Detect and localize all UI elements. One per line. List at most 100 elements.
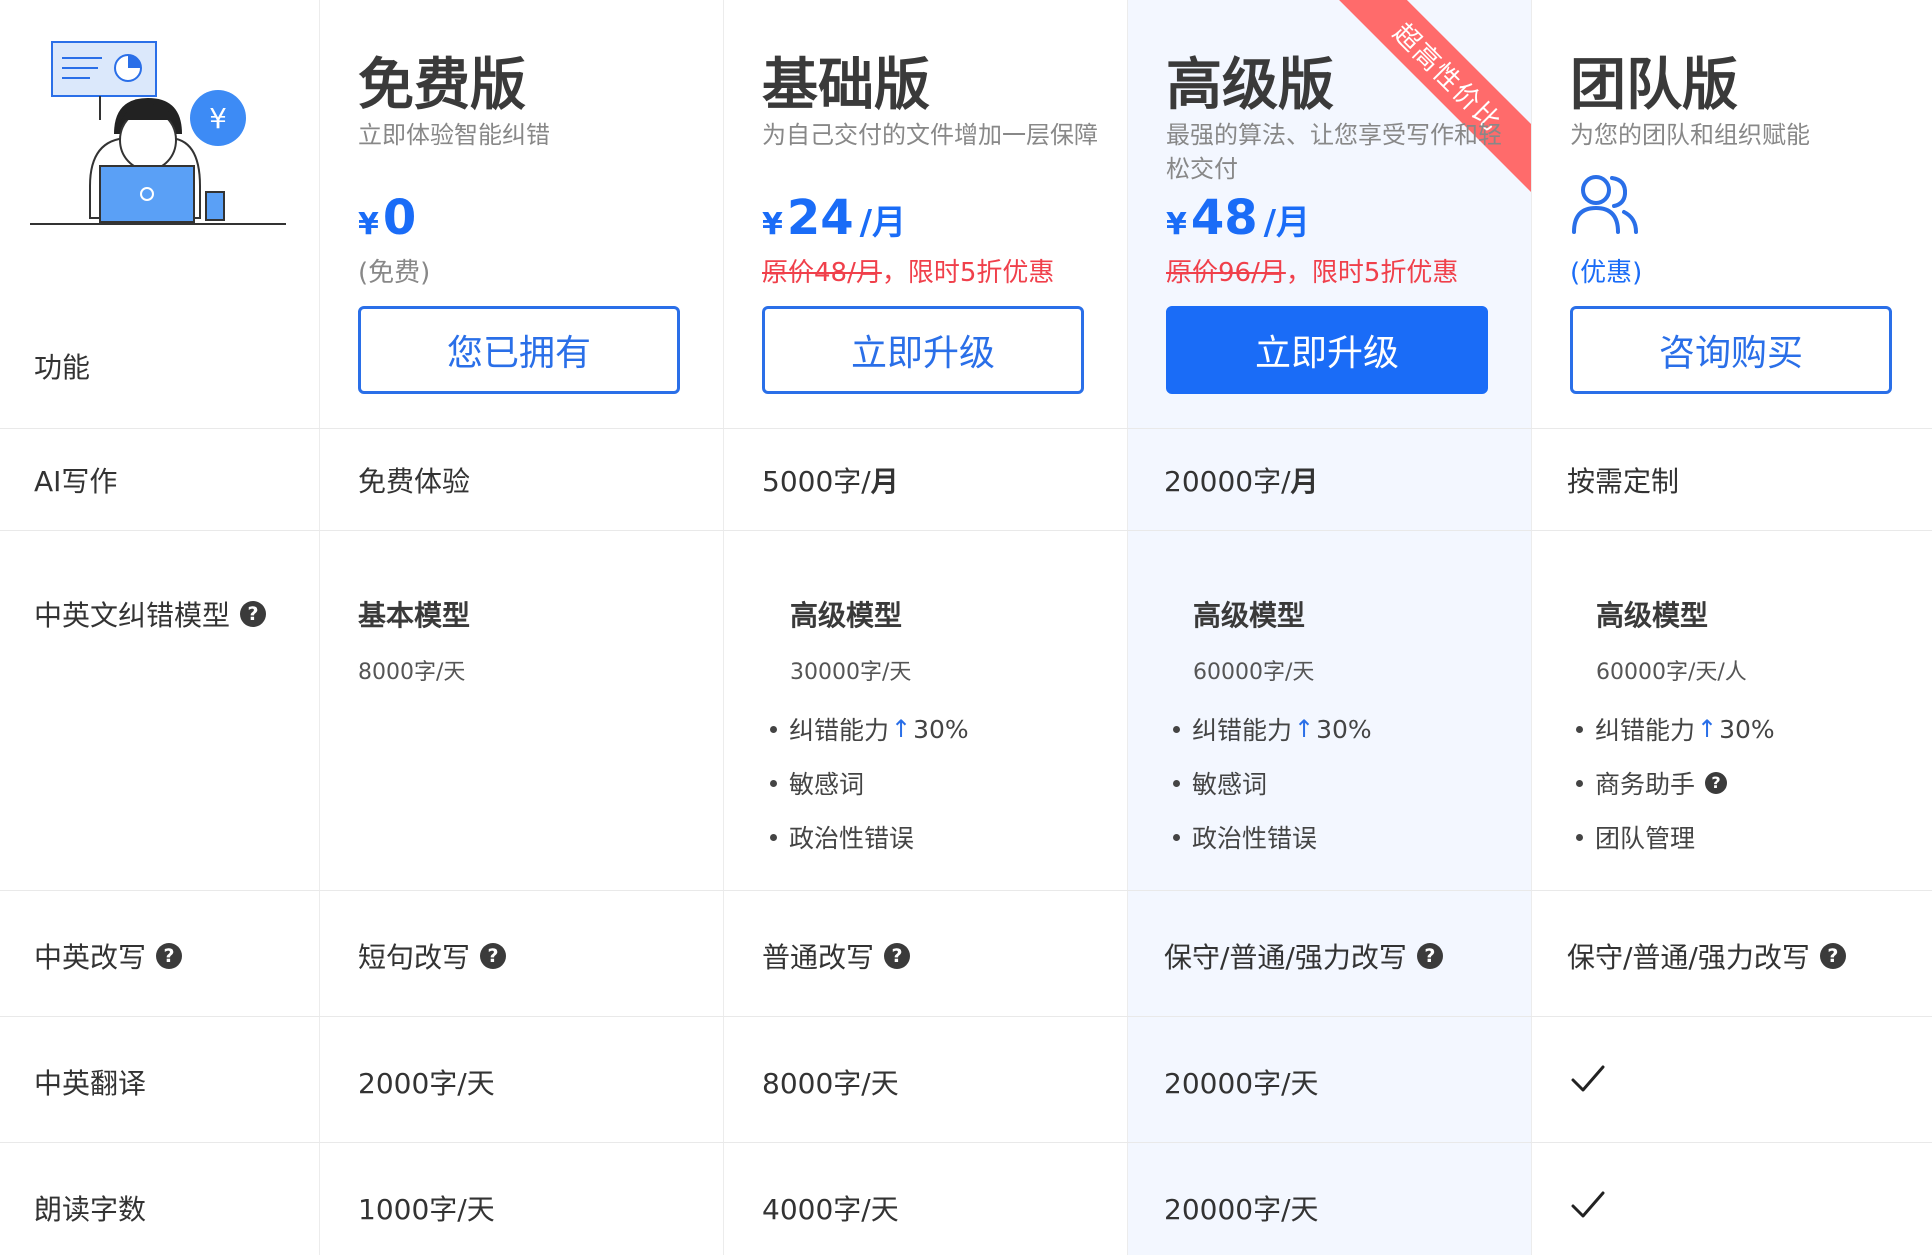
promo-discount: ，限时5折优惠 (881, 258, 1055, 288)
row-divider (0, 890, 1932, 891)
list-item: 纠错能力 ↑ 30% (1576, 702, 1775, 756)
consult-buy-button[interactable]: 咨询购买 (1570, 306, 1892, 394)
model-quota: 60000字/天 (1193, 660, 1315, 685)
plan-price: ¥0 (358, 190, 416, 246)
cell-pro: 20000字/月 (1164, 460, 1319, 500)
plan-desc: 最强的算法、让您享受写作和轻松交付 (1166, 121, 1502, 183)
pricing-table: ¥ 功能 免费版 立即体验智能纠错 ¥0 (免费) 您已拥有 基础版 为自己交付… (0, 0, 1932, 1255)
help-icon[interactable]: ? (156, 943, 183, 969)
model-feature-list: 纠错能力 ↑ 30% 敏感词 政治性错误 (770, 702, 969, 864)
list-item: 纠错能力 ↑ 30% (770, 702, 969, 756)
up-arrow-icon: ↑ (1697, 715, 1718, 743)
plan-name: 基础版 (762, 53, 930, 118)
list-item: 政治性错误 (770, 810, 969, 864)
help-icon[interactable]: ? (480, 943, 507, 969)
help-icon[interactable]: ? (240, 601, 267, 627)
owned-button[interactable]: 您已拥有 (358, 306, 680, 394)
cell-basic: 5000字/月 (762, 460, 899, 500)
price-value: 24 (786, 190, 854, 246)
cell-free: 免费体验 (358, 465, 471, 498)
cell-value: 20000字/ (1164, 465, 1291, 498)
model-title: 高级模型 (1193, 599, 1306, 632)
check-icon (1571, 1191, 1605, 1218)
price-unit: /月 (1263, 203, 1311, 243)
plan-name: 团队版 (1570, 53, 1738, 118)
cell-team: 保守/普通/强力改写? (1567, 936, 1846, 976)
upgrade-basic-button[interactable]: 立即升级 (762, 306, 1084, 394)
cell-unit: 月 (870, 465, 899, 498)
row-label-text: 中英文纠错模型 (34, 599, 231, 632)
row-label-text: 中英改写 (34, 941, 147, 974)
row-label-read-aloud: 朗读字数 (34, 1193, 147, 1226)
plan-desc: 为您的团队和组织赋能 (1570, 121, 1810, 149)
model-quota: 8000字/天 (358, 660, 466, 685)
cell-basic: 普通改写? (762, 936, 911, 976)
plan-desc: 立即体验智能纠错 (358, 121, 550, 149)
row-divider (0, 1016, 1932, 1017)
cell-pro: 20000字/天 (1164, 1193, 1319, 1226)
model-basic: 高级模型 30000字/天 纠错能力 ↑ 30% 敏感词 政治性错误 (770, 594, 969, 853)
help-icon[interactable]: ? (884, 943, 911, 969)
row-label-rewrite: 中英改写 ? (34, 936, 183, 976)
cell-value: 普通改写 (762, 941, 875, 974)
model-free: 基本模型 8000字/天 (358, 594, 470, 686)
feature-header: 功能 (34, 351, 91, 384)
original-price: 原价48/月 (762, 258, 882, 288)
original-price: 原价96/月 (1166, 258, 1286, 288)
promo-text: 原价96/月，限时5折优惠 (1166, 252, 1458, 289)
plan-price: ¥24/月 (762, 190, 906, 246)
model-title: 高级模型 (1596, 599, 1709, 632)
plan-name: 高级版 (1166, 53, 1334, 118)
cell-unit: 月 (1290, 465, 1319, 498)
row-divider (0, 428, 1932, 429)
illustration-person-laptop: ¥ (30, 41, 286, 225)
model-title: 高级模型 (790, 599, 903, 632)
price-note: (优惠) (1570, 258, 1643, 288)
cell-free: 2000字/天 (358, 1067, 495, 1100)
help-icon[interactable]: ? (1819, 943, 1846, 969)
currency-symbol: ¥ (762, 207, 783, 242)
plan-price: ¥48/月 (1166, 190, 1310, 246)
model-team: 高级模型 60000字/天/人 纠错能力 ↑ 30% 商务助手? 团队管理 (1576, 594, 1775, 853)
help-icon[interactable]: ? (1416, 943, 1443, 969)
upgrade-pro-button[interactable]: 立即升级 (1166, 306, 1488, 394)
promo-discount: ，限时5折优惠 (1285, 258, 1459, 288)
list-item: 商务助手? (1576, 756, 1775, 810)
currency-symbol: ¥ (358, 207, 379, 242)
cell-team: 按需定制 (1567, 465, 1680, 498)
model-quota: 60000字/天/人 (1596, 660, 1747, 685)
row-label-model: 中英文纠错模型 ? (34, 594, 267, 634)
svg-text:¥: ¥ (209, 102, 227, 135)
price-value: 0 (382, 190, 417, 246)
list-item: 团队管理 (1576, 810, 1775, 864)
price-unit: /月 (859, 203, 907, 243)
help-icon[interactable]: ? (1705, 772, 1728, 794)
up-arrow-icon: ↑ (891, 715, 912, 743)
list-item: 敏感词 (770, 756, 969, 810)
cell-pro: 20000字/天 (1164, 1067, 1319, 1100)
cell-pro: 保守/普通/强力改写? (1164, 936, 1443, 976)
cell-free: 短句改写? (358, 936, 507, 976)
row-label-ai-writing: AI写作 (34, 465, 118, 498)
list-item: 纠错能力 ↑ 30% (1173, 702, 1372, 756)
currency-symbol: ¥ (1166, 207, 1187, 242)
plan-desc: 为自己交付的文件增加一层保障 (762, 121, 1098, 149)
cell-basic: 8000字/天 (762, 1067, 899, 1100)
price-value: 48 (1190, 190, 1258, 246)
model-quota: 30000字/天 (790, 660, 912, 685)
list-item: 敏感词 (1173, 756, 1372, 810)
cell-value: 5000字/ (762, 465, 871, 498)
model-feature-list: 纠错能力 ↑ 30% 敏感词 政治性错误 (1173, 702, 1372, 864)
cell-value: 保守/普通/强力改写 (1164, 941, 1407, 974)
row-divider (0, 530, 1932, 531)
cell-basic: 4000字/天 (762, 1193, 899, 1226)
model-feature-list: 纠错能力 ↑ 30% 商务助手? 团队管理 (1576, 702, 1775, 864)
promo-text: 原价48/月，限时5折优惠 (762, 252, 1054, 289)
row-divider (0, 1142, 1932, 1143)
up-arrow-icon: ↑ (1294, 715, 1315, 743)
check-icon (1571, 1065, 1605, 1092)
cell-value: 短句改写 (358, 941, 471, 974)
model-title: 基本模型 (358, 599, 471, 632)
team-users-icon (1572, 175, 1638, 234)
plan-name: 免费版 (358, 53, 526, 118)
